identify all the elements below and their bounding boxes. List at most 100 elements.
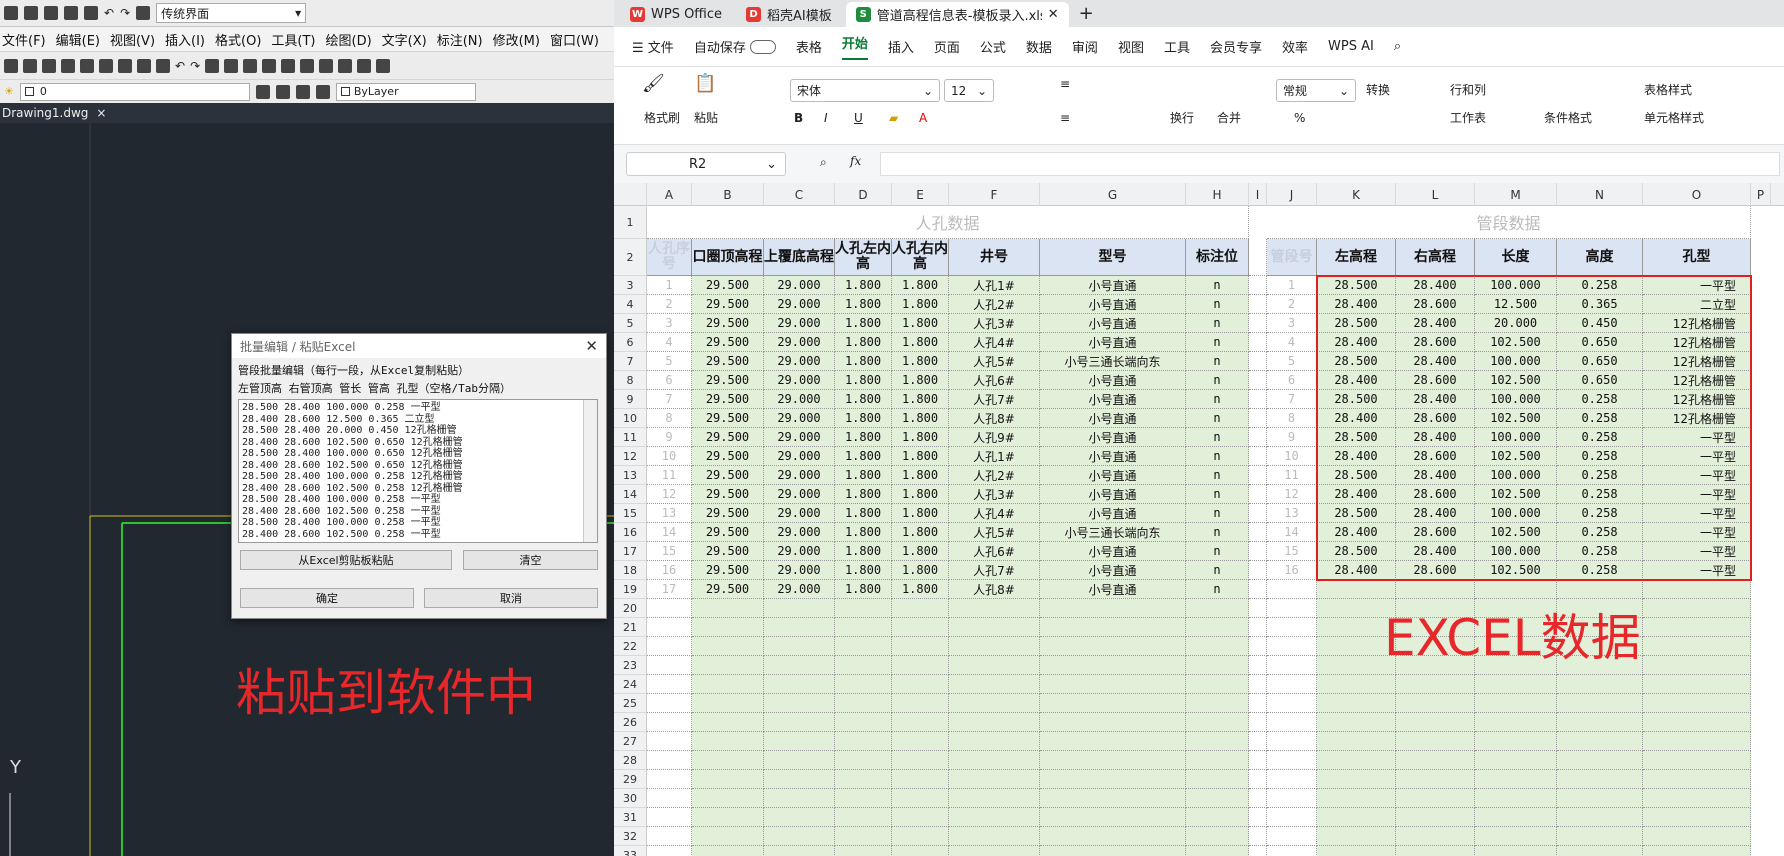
pipe-cell[interactable] [1643, 770, 1751, 789]
pipe-cell[interactable] [1267, 713, 1317, 732]
pipe-cell[interactable] [1267, 751, 1317, 770]
manhole-cell[interactable] [1186, 656, 1249, 675]
manhole-cell[interactable] [764, 694, 835, 713]
manhole-cell[interactable] [647, 656, 692, 675]
color-select[interactable]: ByLayer [335, 82, 476, 101]
spreadsheet-grid[interactable]: A B C D E F G H I J K L M N O P 1 2 3 4 5 6 7 8 9 10 11 12 13 14 15 16 1… [614, 183, 1784, 856]
manhole-cell[interactable]: 29.000 [764, 333, 835, 352]
manhole-cell[interactable] [647, 732, 692, 751]
manhole-cell[interactable]: 1.800 [892, 409, 949, 428]
manhole-cell[interactable] [949, 656, 1040, 675]
cell-style-button[interactable]: 单元格样式 [1644, 109, 1704, 126]
design-center-icon[interactable] [300, 58, 315, 73]
gap-cell[interactable] [1249, 295, 1267, 314]
manhole-cell[interactable]: 6 [647, 371, 692, 390]
text-style-icon[interactable] [376, 58, 391, 73]
column-header[interactable]: C [764, 183, 835, 206]
manhole-cell[interactable]: 1.800 [892, 580, 949, 599]
manhole-cell[interactable]: 3 [647, 314, 692, 333]
manhole-cell[interactable]: 1 [647, 276, 692, 295]
pipe-cell[interactable] [1643, 618, 1751, 637]
layer-states-icon[interactable] [295, 84, 310, 99]
manhole-cell[interactable] [949, 751, 1040, 770]
manhole-cell[interactable]: 29.000 [764, 447, 835, 466]
column-header[interactable]: D [835, 183, 892, 206]
manhole-cell[interactable] [835, 751, 892, 770]
manhole-cell[interactable] [647, 599, 692, 618]
manhole-cell[interactable]: n [1186, 504, 1249, 523]
pipe-cell[interactable] [1643, 732, 1751, 751]
manhole-cell[interactable]: 小号直通 [1040, 466, 1186, 485]
manhole-cell[interactable]: 1.800 [892, 295, 949, 314]
pipe-cell[interactable] [1396, 694, 1475, 713]
manhole-cell[interactable] [1186, 846, 1249, 856]
manhole-cell[interactable] [835, 827, 892, 846]
clear-button[interactable]: 清空 [463, 550, 598, 570]
manhole-cell[interactable] [647, 770, 692, 789]
paste-button[interactable]: 粘贴 [694, 109, 718, 126]
convert-button[interactable]: 转换 [1366, 81, 1390, 98]
manhole-cell[interactable] [764, 713, 835, 732]
pipe-cell[interactable] [1317, 732, 1396, 751]
manhole-cell[interactable]: 1.800 [835, 390, 892, 409]
gap-cell[interactable] [1249, 599, 1267, 618]
manhole-cell[interactable]: 小号直通 [1040, 447, 1186, 466]
manhole-cell[interactable] [1040, 732, 1186, 751]
pipe-cell[interactable] [1643, 808, 1751, 827]
format-painter-icon[interactable]: 🖌 [642, 73, 665, 94]
manhole-cell[interactable]: 12 [647, 485, 692, 504]
underline-icon[interactable]: U [854, 111, 863, 125]
pipe-cell[interactable] [1557, 827, 1643, 846]
manhole-cell[interactable] [892, 656, 949, 675]
row-header[interactable]: 7 [614, 352, 647, 371]
manhole-cell[interactable] [1186, 808, 1249, 827]
name-box[interactable]: R2 ⌄ [626, 152, 786, 176]
gap-cell[interactable] [1249, 371, 1267, 390]
row-header[interactable]: 30 [614, 789, 647, 808]
manhole-cell[interactable] [835, 675, 892, 694]
merge-button[interactable]: 合并 [1217, 109, 1241, 126]
manhole-cell[interactable] [692, 694, 764, 713]
bold-icon[interactable]: B [794, 111, 803, 125]
row-header[interactable]: 10 [614, 409, 647, 428]
pipe-cell[interactable] [1267, 694, 1317, 713]
menu-insert[interactable]: 插入 [888, 37, 914, 56]
manhole-cell[interactable]: 1.800 [892, 314, 949, 333]
cut-icon[interactable] [80, 58, 94, 73]
manhole-cell[interactable]: 13 [647, 504, 692, 523]
manhole-cell[interactable] [892, 751, 949, 770]
layer-select[interactable]: 0 [19, 82, 250, 101]
manhole-cell[interactable] [647, 846, 692, 856]
table-style-button[interactable]: 表格样式 [1644, 81, 1692, 98]
manhole-cell[interactable] [1040, 770, 1186, 789]
gap-cell[interactable] [1249, 770, 1267, 789]
manhole-cell[interactable] [949, 675, 1040, 694]
pipe-cell[interactable] [1557, 732, 1643, 751]
manhole-cell[interactable]: 29.000 [764, 371, 835, 390]
pipe-cell[interactable] [1643, 751, 1751, 770]
new-file-icon[interactable] [4, 6, 18, 20]
manhole-cell[interactable] [835, 846, 892, 856]
pipe-cell[interactable] [1267, 732, 1317, 751]
group-header-pipes[interactable]: 管段数据 [1267, 206, 1751, 239]
row-header[interactable]: 12 [614, 447, 647, 466]
manhole-cell[interactable]: 1.800 [835, 580, 892, 599]
manhole-cell[interactable]: 29.500 [692, 295, 764, 314]
manhole-cell[interactable] [835, 599, 892, 618]
cad-menu-edit[interactable]: 编辑(E) [56, 30, 100, 49]
manhole-cell[interactable] [835, 656, 892, 675]
cad-menu-dimension[interactable]: 标注(N) [437, 30, 483, 49]
tool-palette-icon[interactable] [319, 58, 334, 73]
pipe-cell[interactable] [1396, 846, 1475, 856]
font-size-select[interactable]: 12 ⌄ [944, 79, 994, 102]
gap-cell[interactable] [1249, 352, 1267, 371]
manhole-cell[interactable] [949, 846, 1040, 856]
manhole-cell[interactable]: 小号直通 [1040, 428, 1186, 447]
gap-cell[interactable] [1249, 846, 1267, 856]
gap-cell[interactable] [1249, 732, 1267, 751]
manhole-cell[interactable] [692, 827, 764, 846]
undo-icon[interactable]: ↶ [104, 6, 114, 20]
close-icon[interactable]: × [96, 106, 106, 120]
manhole-cell[interactable] [647, 827, 692, 846]
manhole-cell[interactable]: 29.500 [692, 371, 764, 390]
